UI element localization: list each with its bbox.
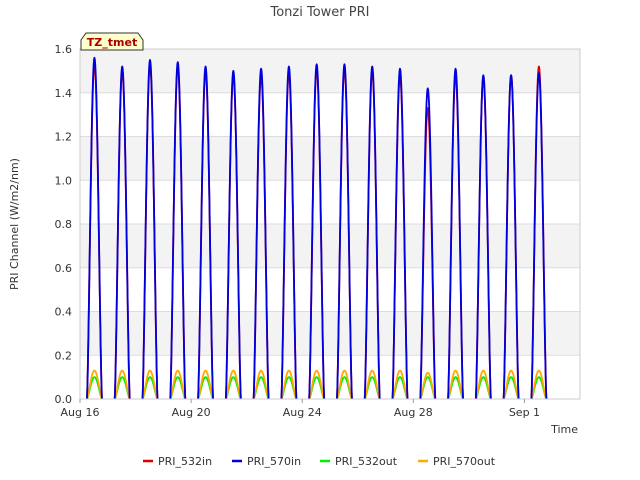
- y-tick-label: 0.4: [55, 306, 73, 319]
- legend-label-PRI_570out: PRI_570out: [433, 455, 496, 468]
- x-tick-label: Aug 16: [61, 406, 100, 419]
- y-tick-label: 1.0: [55, 174, 73, 187]
- legend-label-PRI_532out: PRI_532out: [335, 455, 398, 468]
- x-tick-label: Aug 24: [283, 406, 322, 419]
- legend-label-PRI_570in: PRI_570in: [247, 455, 301, 468]
- y-tick-label: 1.2: [55, 131, 73, 144]
- x-axis-label: Time: [550, 423, 578, 436]
- x-tick-label: Aug 28: [394, 406, 433, 419]
- legend-label-PRI_532in: PRI_532in: [158, 455, 212, 468]
- x-tick-label: Aug 20: [172, 406, 211, 419]
- y-axis-ticks: 0.0 0.2 0.4 0.6 0.8 1.0 1.2 1.4 1.6: [55, 43, 73, 406]
- y-axis-label: PRI Channel (W/m2/nm): [8, 158, 21, 290]
- y-tick-label: 0.2: [55, 349, 73, 362]
- site-label: TZ_tmet: [87, 36, 137, 49]
- pri-chart: Tonzi Tower PRI 0.0 0.2 0.4 0.6 0.8 1.0 1.2 1.4…: [0, 0, 640, 480]
- y-tick-label: 1.6: [55, 43, 73, 56]
- y-tick-label: 0.0: [55, 393, 73, 406]
- site-label-box: TZ_tmet: [80, 32, 144, 51]
- y-tick-label: 1.4: [55, 87, 73, 100]
- x-tick-label: Sep 1: [509, 406, 540, 419]
- y-tick-label: 0.8: [55, 218, 73, 231]
- y-band: [80, 49, 580, 93]
- y-band: [80, 136, 580, 181]
- y-tick-label: 0.6: [55, 262, 73, 275]
- chart-title: Tonzi Tower PRI: [270, 5, 370, 20]
